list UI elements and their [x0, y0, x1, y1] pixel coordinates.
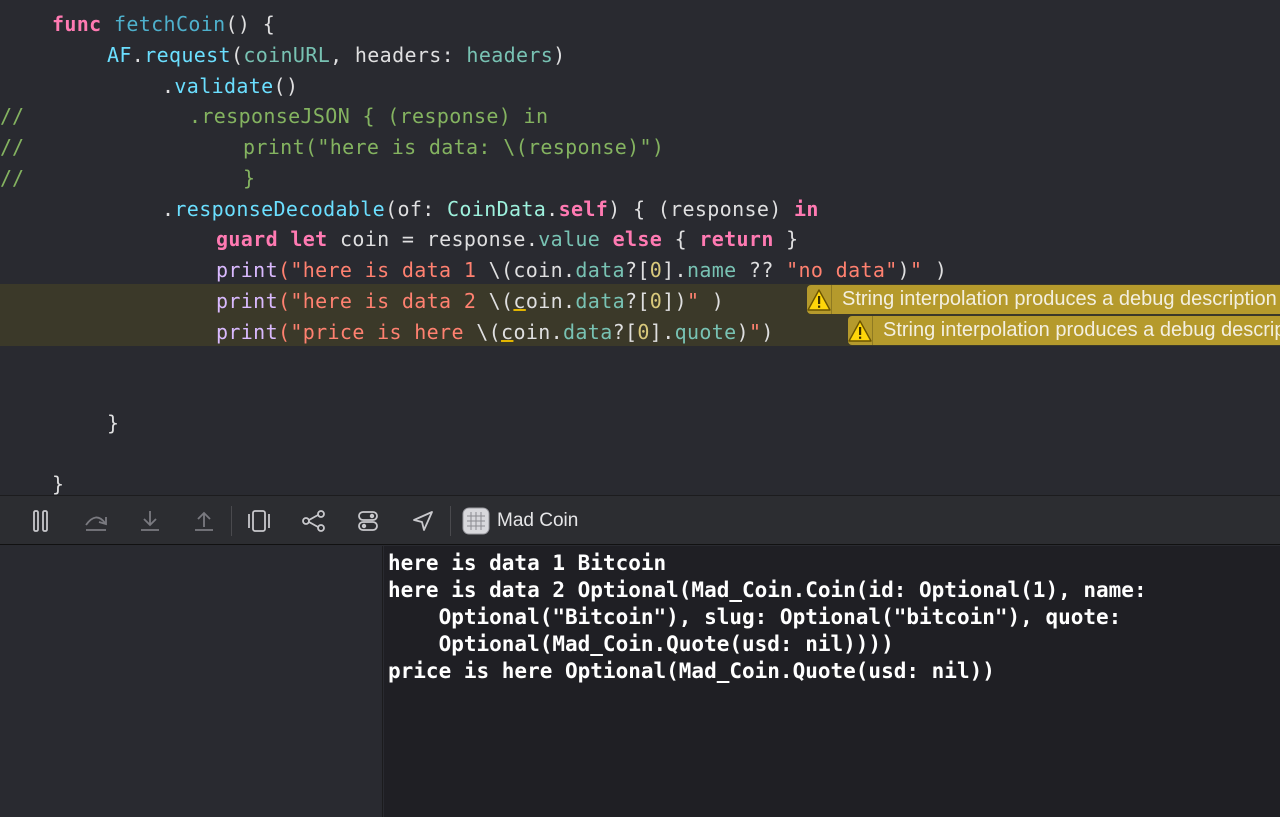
- environment-overrides-icon[interactable]: [355, 508, 381, 534]
- code-line-warning[interactable]: print("price is here \(coin.data?[0].quo…: [0, 315, 1280, 346]
- code-line-warning[interactable]: print("here is data 2 \(coin.data?[0])" …: [0, 284, 1280, 315]
- debug-console[interactable]: here is data 1 Bitcoin here is data 2 Op…: [384, 546, 1280, 817]
- warning-triangle-icon: [807, 285, 832, 314]
- code-line-commented[interactable]: // }: [0, 161, 1280, 192]
- code-line[interactable]: AF.request(coinURL, headers: headers): [0, 38, 1280, 69]
- toolbar-separator: [231, 506, 232, 536]
- console-line: here is data 1 Bitcoin: [388, 551, 667, 575]
- app-icon[interactable]: [462, 507, 490, 535]
- code-line[interactable]: print("here is data 1 \(coin.data?[0].na…: [0, 253, 1280, 284]
- debug-toolbar: Mad Coin: [0, 495, 1280, 545]
- code-line-commented[interactable]: // .responseJSON { (response) in: [0, 99, 1280, 130]
- code-line[interactable]: }: [0, 467, 1280, 495]
- warning-banner[interactable]: String interpolation produces a debug de…: [807, 285, 1280, 314]
- warning-message: String interpolation produces a debug de…: [842, 288, 1280, 310]
- memory-graph-icon[interactable]: [301, 508, 327, 534]
- code-line[interactable]: .validate(): [0, 69, 1280, 100]
- warning-message: String interpolation produces a debug de…: [883, 319, 1280, 341]
- code-line-commented[interactable]: // print("here is data: \(response)"): [0, 130, 1280, 161]
- step-into-icon[interactable]: [137, 508, 163, 534]
- warning-banner[interactable]: String interpolation produces a debug de…: [848, 316, 1280, 345]
- code-line[interactable]: .responseDecodable(of: CoinData.self) { …: [0, 192, 1280, 223]
- console-line: here is data 2 Optional(Mad_Coin.Coin(id…: [388, 578, 1147, 602]
- variables-view[interactable]: [0, 546, 383, 817]
- code-line[interactable]: func fetchCoin() {: [0, 7, 1280, 38]
- code-line[interactable]: }: [0, 406, 1280, 437]
- view-hierarchy-icon[interactable]: [246, 508, 272, 534]
- simulate-location-icon[interactable]: [410, 508, 436, 534]
- code-line[interactable]: guard let coin = response.value else { r…: [0, 222, 1280, 253]
- console-line: Optional("Bitcoin"), slug: Optional("bit…: [388, 605, 1122, 629]
- console-line: price is here Optional(Mad_Coin.Quote(us…: [388, 659, 995, 683]
- console-line: Optional(Mad_Coin.Quote(usd: nil)))): [388, 632, 894, 656]
- toolbar-separator: [450, 506, 451, 536]
- target-label[interactable]: Mad Coin: [497, 510, 578, 532]
- step-out-icon[interactable]: [191, 508, 217, 534]
- pause-icon[interactable]: [28, 508, 54, 534]
- code-editor[interactable]: func fetchCoin() { AF.request(coinURL, h…: [0, 0, 1280, 495]
- step-over-icon[interactable]: [83, 508, 109, 534]
- warning-triangle-icon: [848, 316, 873, 345]
